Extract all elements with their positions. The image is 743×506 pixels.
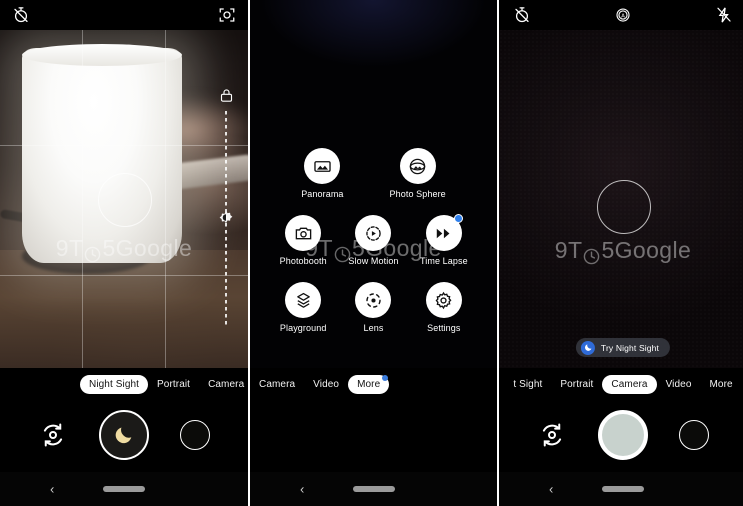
flip-camera-icon[interactable] bbox=[38, 420, 68, 450]
mode-tab-strip[interactable]: Night Sight Portrait Camera bbox=[0, 372, 248, 396]
nav-back-button[interactable]: ‹ bbox=[300, 483, 304, 496]
focus-ring bbox=[597, 180, 651, 234]
more-item-photo-sphere[interactable]: Photo Sphere bbox=[390, 148, 446, 199]
moon-icon bbox=[113, 424, 135, 446]
viewfinder-preview-camera[interactable]: 9T 5Google bbox=[499, 0, 743, 368]
nav-home-pill[interactable] bbox=[103, 486, 145, 492]
tab-more[interactable]: More bbox=[701, 375, 742, 394]
moon-icon bbox=[580, 340, 595, 355]
tab-night-sight[interactable]: Night Sight bbox=[80, 374, 149, 394]
tab-camera[interactable]: Camera bbox=[602, 374, 657, 394]
watermark-suffix: 5Google bbox=[601, 237, 692, 263]
tab-camera[interactable]: Camera bbox=[199, 375, 248, 394]
panel-more-menu: 9T 5Google Panorama Photo Sphere Photobo… bbox=[250, 0, 497, 506]
exposure-slider[interactable] bbox=[219, 111, 233, 326]
watermark: 9T 5Google bbox=[499, 237, 743, 265]
timer-off-icon[interactable] bbox=[513, 6, 531, 24]
settings-gear-icon bbox=[425, 282, 462, 318]
new-badge-dot bbox=[382, 374, 389, 381]
time-lapse-icon bbox=[425, 214, 463, 251]
android-nav-bar: ‹ bbox=[250, 472, 497, 506]
nav-home-pill[interactable] bbox=[602, 486, 644, 492]
panorama-icon bbox=[304, 148, 341, 184]
tab-night-sight[interactable]: t Sight bbox=[504, 375, 551, 394]
try-night-sight-chip[interactable]: Try Night Sight bbox=[575, 338, 671, 357]
right-control-rail bbox=[214, 88, 238, 326]
more-item-label: Photo Sphere bbox=[389, 189, 446, 199]
more-item-label: Playground bbox=[279, 323, 327, 333]
chip-label: Try Night Sight bbox=[600, 342, 660, 353]
playground-icon bbox=[285, 282, 322, 318]
tab-more-label: More bbox=[357, 378, 381, 390]
top-control-bar: A bbox=[499, 0, 743, 30]
tab-more[interactable]: More bbox=[348, 374, 390, 394]
more-item-photobooth[interactable]: Photobooth bbox=[268, 215, 338, 266]
timer-off-icon[interactable] bbox=[12, 6, 30, 24]
clock-icon bbox=[84, 242, 101, 263]
nav-back-button[interactable]: ‹ bbox=[50, 483, 54, 496]
motion-focus-icon[interactable] bbox=[218, 6, 236, 24]
shutter-row bbox=[0, 405, 248, 465]
more-item-label: Lens bbox=[363, 323, 384, 333]
tab-portrait[interactable]: Portrait bbox=[551, 375, 602, 394]
mode-tab-strip[interactable]: t Sight Portrait Camera Video More bbox=[499, 372, 743, 396]
photobooth-icon bbox=[285, 215, 322, 251]
tab-camera[interactable]: Camera bbox=[250, 375, 304, 394]
android-nav-bar: ‹ bbox=[499, 472, 743, 506]
new-badge-dot bbox=[453, 214, 463, 223]
svg-text:A: A bbox=[621, 13, 625, 19]
brightness-icon[interactable] bbox=[217, 210, 235, 228]
clock-icon bbox=[583, 244, 600, 265]
more-item-label: Panorama bbox=[301, 189, 344, 199]
panel-night-sight: 9T 5Google Night Sight Portrait Camera ‹ bbox=[0, 0, 248, 506]
more-grid-row-1: Panorama Photo Sphere bbox=[268, 148, 479, 199]
night-sight-shutter-button[interactable] bbox=[98, 410, 149, 460]
more-item-label: Photobooth bbox=[279, 256, 327, 266]
more-item-panorama[interactable]: Panorama bbox=[301, 148, 343, 199]
gallery-thumbnail[interactable] bbox=[679, 420, 710, 450]
watermark-suffix: 5Google bbox=[102, 235, 193, 261]
shutter-row bbox=[499, 405, 743, 465]
nav-back-button[interactable]: ‹ bbox=[549, 483, 553, 496]
more-item-label: Slow Motion bbox=[348, 256, 399, 266]
flip-camera-icon[interactable] bbox=[537, 420, 567, 450]
photo-sphere-icon bbox=[399, 148, 436, 184]
watermark: 9T 5Google bbox=[0, 235, 248, 263]
auto-motion-icon[interactable]: A bbox=[614, 6, 632, 24]
flash-off-icon[interactable] bbox=[715, 6, 733, 24]
more-item-label: Time Lapse bbox=[419, 256, 468, 266]
focus-ring bbox=[98, 173, 152, 227]
gallery-thumbnail[interactable] bbox=[180, 420, 211, 450]
tab-video[interactable]: Video bbox=[304, 375, 348, 394]
slow-motion-icon bbox=[355, 215, 392, 251]
lens-icon bbox=[355, 282, 392, 318]
watermark-prefix: 9T bbox=[55, 235, 84, 261]
more-modes-grid: Panorama Photo Sphere Photobooth Slow Mo… bbox=[250, 148, 497, 333]
three-panel-screenshot-strip: 9T 5Google Night Sight Portrait Camera ‹… bbox=[0, 0, 743, 506]
more-item-slow-motion[interactable]: Slow Motion bbox=[338, 215, 408, 266]
photo-shutter-button[interactable] bbox=[597, 410, 648, 460]
more-item-settings[interactable]: Settings bbox=[409, 282, 479, 333]
tab-portrait[interactable]: Portrait bbox=[148, 375, 199, 394]
shutter-core bbox=[601, 414, 644, 456]
mode-tab-strip[interactable]: Camera Video More bbox=[250, 372, 497, 396]
watermark-prefix: 9T bbox=[554, 237, 583, 263]
top-control-bar bbox=[0, 0, 248, 30]
ae-lock-icon[interactable] bbox=[219, 88, 234, 105]
nav-home-pill[interactable] bbox=[352, 486, 395, 492]
android-nav-bar: ‹ bbox=[0, 472, 248, 506]
more-item-playground[interactable]: Playground bbox=[268, 282, 338, 333]
more-item-time-lapse[interactable]: Time Lapse bbox=[409, 214, 479, 266]
panel-camera: 9T 5Google A Try Night Sight t Sight Por… bbox=[499, 0, 743, 506]
more-item-label: Settings bbox=[427, 323, 461, 333]
viewfinder-preview-night[interactable]: 9T 5Google bbox=[0, 0, 248, 368]
more-item-lens[interactable]: Lens bbox=[338, 282, 408, 333]
tab-video[interactable]: Video bbox=[657, 375, 701, 394]
